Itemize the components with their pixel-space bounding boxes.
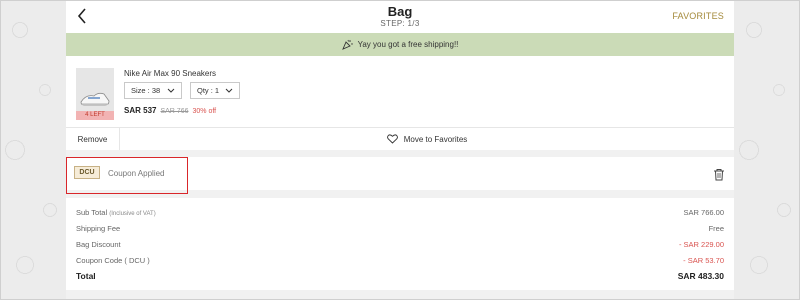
bag-item-card: 4 LEFT Nike Air Max 90 Sneakers Size : 3…: [66, 56, 734, 150]
quantity-select-value: Qty : 1: [197, 86, 220, 95]
item-actions: Remove Move to Favorites: [66, 127, 734, 150]
bag-discount-label: Bag Discount: [76, 239, 121, 249]
stock-badge: 4 LEFT: [76, 111, 114, 120]
total-value: SAR 483.30: [677, 271, 724, 281]
move-to-favorites-label: Move to Favorites: [403, 134, 468, 144]
heart-icon: [386, 134, 398, 144]
chevron-down-icon: [167, 88, 175, 93]
favorites-link[interactable]: FAVORITES: [672, 11, 724, 21]
total-label: Total: [76, 271, 96, 281]
move-to-favorites-button[interactable]: Move to Favorites: [120, 134, 734, 144]
subtotal-value: SAR 766.00: [683, 207, 724, 217]
shipping-row: Shipping Fee Free: [66, 220, 734, 236]
order-summary: Sub Total (Inclusive of VAT) SAR 766.00 …: [66, 198, 734, 290]
step-indicator: STEP: 1/3: [380, 19, 420, 28]
chevron-down-icon: [225, 88, 233, 93]
subtotal-label: Sub Total: [76, 207, 108, 217]
remove-label: Remove: [77, 134, 108, 144]
free-shipping-text: Yay you got a free shipping!!: [357, 40, 459, 49]
product-image[interactable]: 4 LEFT: [76, 68, 114, 120]
subtotal-note: (Inclusive of VAT): [109, 210, 156, 217]
size-select-value: Size : 38: [131, 86, 161, 95]
product-name[interactable]: Nike Air Max 90 Sneakers: [124, 69, 216, 78]
total-row: Total SAR 483.30: [66, 268, 734, 284]
celebration-icon: [341, 39, 353, 50]
current-price: SAR 537: [124, 106, 157, 115]
subtotal-row: Sub Total (Inclusive of VAT) SAR 766.00: [66, 204, 734, 220]
quantity-select[interactable]: Qty : 1: [190, 82, 240, 99]
background-pattern-left: [0, 0, 66, 300]
background-pattern-right: [734, 0, 800, 300]
coupon-discount-label: Coupon Code ( DCU ): [76, 255, 150, 265]
discount-percent: 30% off: [192, 108, 217, 115]
bag-panel: Bag STEP: 1/3 FAVORITES Yay you got a fr…: [66, 0, 734, 300]
trash-icon: [714, 168, 724, 180]
bag-discount-value: - SAR 229.00: [678, 239, 724, 249]
bag-discount-row: Bag Discount - SAR 229.00: [66, 236, 734, 252]
coupon-discount-value: - SAR 53.70: [683, 255, 724, 265]
coupon-highlight-box: [66, 157, 188, 194]
size-select[interactable]: Size : 38: [124, 82, 182, 99]
coupon-section: DCU Coupon Applied: [66, 157, 734, 194]
price-row: SAR 537 SAR 766 30% off: [124, 106, 216, 115]
subtotal-label-group: Sub Total (Inclusive of VAT): [76, 208, 156, 217]
remove-coupon-button[interactable]: [712, 167, 726, 181]
coupon-discount-row: Coupon Code ( DCU ) - SAR 53.70: [66, 252, 734, 268]
remove-button[interactable]: Remove: [66, 128, 120, 150]
shipping-value: Free: [708, 223, 724, 233]
shipping-label: Shipping Fee: [76, 223, 121, 233]
original-price: SAR 766: [160, 108, 189, 115]
free-shipping-banner: Yay you got a free shipping!!: [66, 33, 734, 56]
bag-header: Bag STEP: 1/3 FAVORITES: [66, 0, 734, 33]
page-title: Bag: [387, 4, 413, 19]
